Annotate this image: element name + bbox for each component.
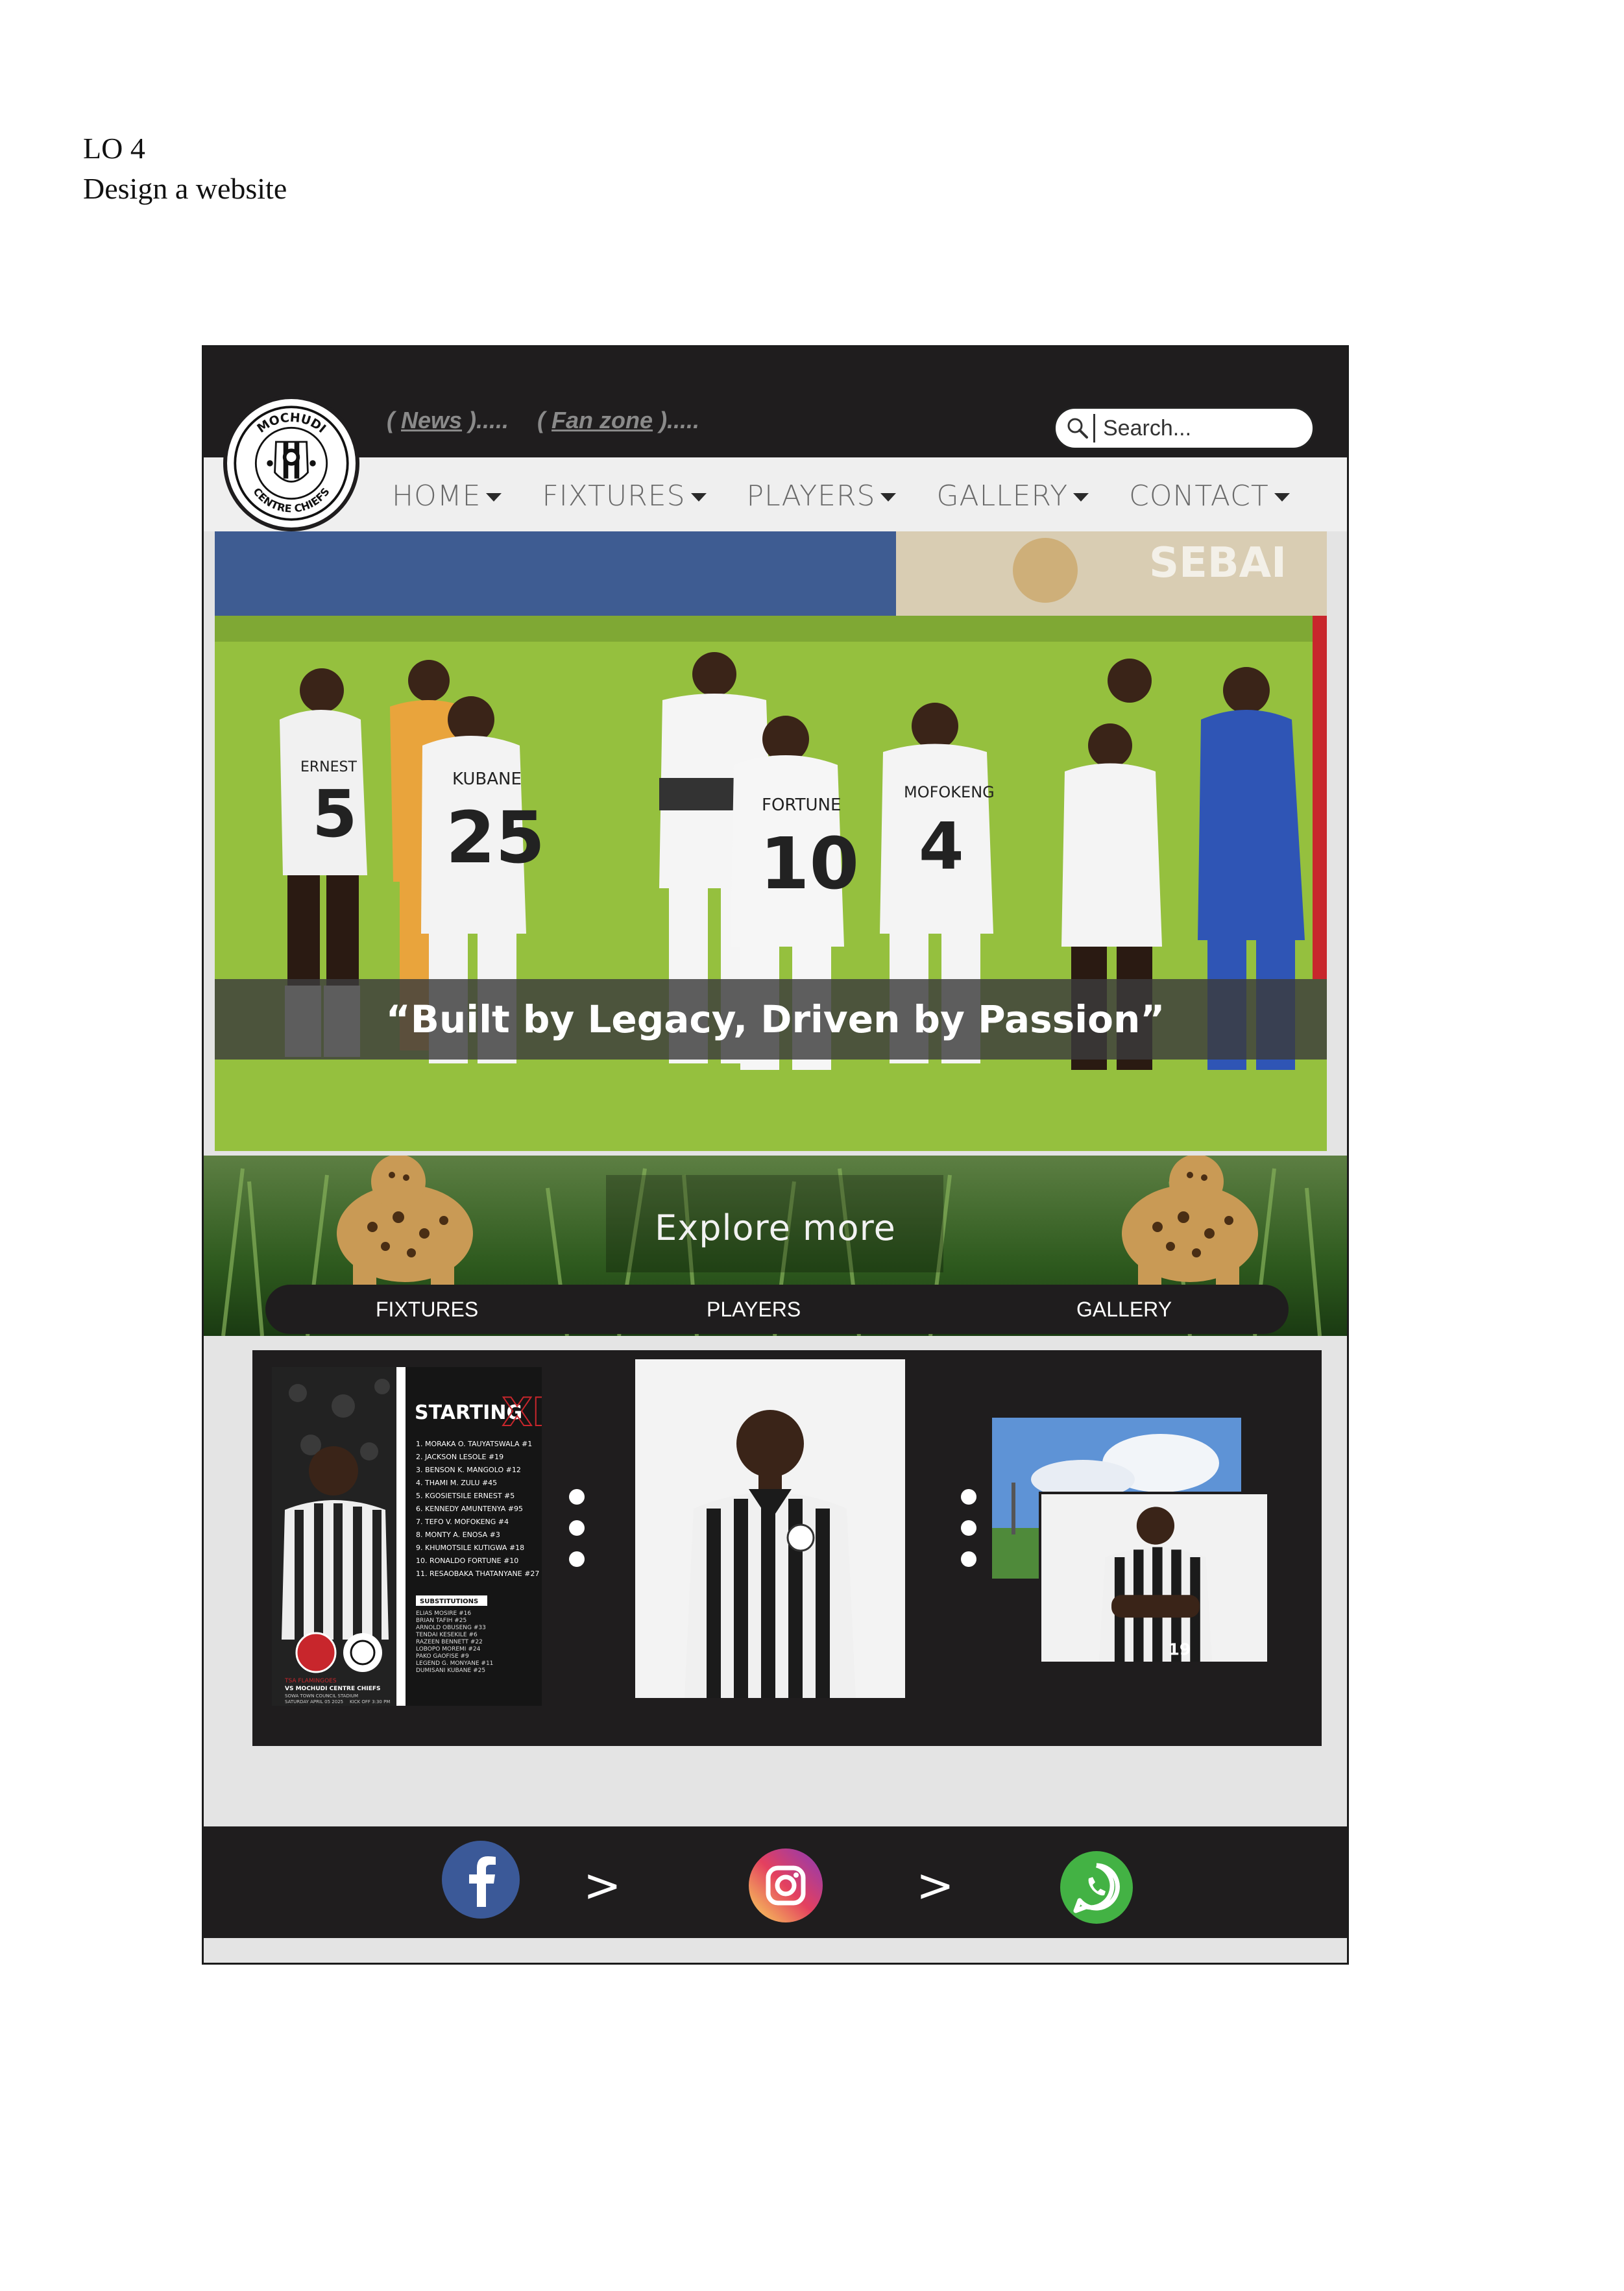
more-dots-2[interactable]	[961, 1489, 976, 1582]
search-caret	[1093, 414, 1095, 442]
player-portrait-photo	[635, 1359, 905, 1698]
explore-more-button[interactable]: Explore more	[204, 1207, 1347, 1248]
nav-home[interactable]: HOME	[392, 479, 502, 513]
tab-fixtures[interactable]: FIXTURES	[376, 1298, 478, 1322]
top-links: ( News )..... ( Fan zone ).....	[387, 407, 699, 434]
section-tabs: FIXTURES PLAYERS GALLERY	[265, 1285, 1289, 1334]
lineup-sub: LEGEND G. MONYANE #11	[416, 1660, 493, 1667]
facebook-icon[interactable]	[441, 1839, 521, 1920]
nav-players[interactable]: PLAYERS	[747, 479, 897, 513]
lineup-sub: BRIAN TAFIH #25	[416, 1618, 467, 1624]
caret-down-icon	[486, 493, 502, 502]
doc-line-2: Design a website	[83, 172, 287, 205]
caret-down-icon	[690, 493, 707, 502]
lineup-sub: TENDAI KESEKILE #6	[415, 1632, 478, 1638]
lineup-sub: PAKO GAOFISE #9	[416, 1653, 469, 1660]
lineup-player: 4. THAMI M. ZULU #45	[416, 1479, 497, 1487]
lineup-poster[interactable]: STARTING XI 1. MORAKA O. TAUYATSWALA #12…	[272, 1367, 542, 1706]
svg-text:VS MOCHUDI CENTRE CHIEFS: VS MOCHUDI CENTRE CHIEFS	[285, 1686, 381, 1692]
lineup-player: 1. MORAKA O. TAUYATSWALA #1	[416, 1440, 532, 1448]
lineup-player: 5. KGOSIETSILE ERNEST #5	[416, 1492, 515, 1500]
lineup-player: 6. KENNEDY AMUNTENYA #95	[416, 1505, 523, 1513]
nav-fixtures[interactable]: FIXTURES	[542, 479, 707, 513]
lineup-player: 8. MONTY A. ENOSA #3	[416, 1531, 500, 1539]
lineup-player: 11. RESAOBAKA THATANYANE #27	[416, 1570, 539, 1578]
tab-players[interactable]: PLAYERS	[707, 1298, 801, 1322]
search-icon	[1067, 418, 1088, 439]
lineup-player: 3. BENSON K. MANGOLO #12	[416, 1466, 521, 1474]
lineup-sub: LOBOPO MOREMI #24	[416, 1646, 481, 1653]
svg-text:SUBSTITUTIONS: SUBSTITUTIONS	[420, 1598, 478, 1605]
player-arms-crossed-photo: 19	[1042, 1494, 1266, 1662]
search-input[interactable]	[1102, 415, 1286, 442]
lineup-sub: ELIAS MOSIRE #16	[416, 1610, 471, 1617]
lineup-sub: ARNOLD OBUSENG #33	[416, 1625, 486, 1631]
tab-gallery[interactable]: GALLERY	[1076, 1298, 1172, 1322]
svg-text:4: 4	[919, 808, 964, 884]
svg-text:25: 25	[446, 796, 545, 879]
search-box[interactable]	[1054, 407, 1315, 450]
hero-image: SEBAI ERNEST 5 KUBANE 25 FORTUNE 10 MOFO…	[215, 531, 1327, 1151]
top-bar: ( News )..... ( Fan zone ).....	[204, 347, 1347, 457]
document-heading: LO 4 Design a website	[83, 128, 287, 209]
accent-bar	[1313, 616, 1327, 979]
svg-text:TSA FLAMINGOES: TSA FLAMINGOES	[284, 1678, 337, 1684]
lineup-poster-art: STARTING XI 1. MORAKA O. TAUYATSWALA #12…	[272, 1367, 542, 1706]
svg-text:XI: XI	[502, 1390, 542, 1435]
svg-text:10: 10	[760, 822, 859, 905]
svg-text:SEBAI: SEBAI	[1149, 539, 1287, 587]
caret-down-icon	[1274, 493, 1290, 502]
doc-line-1: LO 4	[83, 132, 145, 165]
lineup-player: 10. RONALDO FORTUNE #10	[416, 1557, 518, 1565]
svg-text:KUBANE: KUBANE	[452, 770, 522, 789]
caret-down-icon	[880, 493, 897, 502]
chevron-right-icon: >	[583, 1859, 622, 1912]
svg-text:MOFOKENG: MOFOKENG	[904, 783, 995, 801]
svg-text:ERNEST: ERNEST	[300, 759, 358, 775]
instagram-icon[interactable]	[747, 1847, 824, 1924]
more-dots-1[interactable]	[569, 1489, 585, 1582]
gallery-panel: STARTING XI 1. MORAKA O. TAUYATSWALA #12…	[252, 1350, 1322, 1746]
svg-text:5: 5	[312, 776, 358, 852]
news-link[interactable]: ( News ).....	[387, 407, 509, 434]
website-mockup: ( News )..... ( Fan zone )..... MOCHUDI	[202, 345, 1349, 1965]
club-crest-icon: MOCHUDI CENTRE CHIEFS	[234, 406, 349, 521]
chevron-right-icon: >	[916, 1859, 954, 1912]
svg-text:FORTUNE: FORTUNE	[762, 795, 841, 815]
lineup-sub: DUMISANI KUBANE #25	[416, 1667, 485, 1674]
caret-down-icon	[1073, 493, 1089, 502]
svg-text:SATURDAY APRIL 05 2025: SATURDAY APRIL 05 2025	[285, 1699, 343, 1704]
fan-zone-link[interactable]: ( Fan zone ).....	[537, 407, 699, 434]
lineup-player: 9. KHUMOTSILE KUTIGWA #18	[416, 1544, 524, 1552]
lineup-player: 2. JACKSON LESOLE #19	[416, 1453, 503, 1461]
lineup-player: 7. TEFO V. MOFOKENG #4	[416, 1518, 509, 1526]
club-logo[interactable]: MOCHUDI CENTRE CHIEFS	[223, 395, 359, 531]
whatsapp-icon[interactable]	[1059, 1850, 1134, 1925]
player-portrait[interactable]	[635, 1359, 905, 1698]
svg-text:KICK OFF 3:30 PM: KICK OFF 3:30 PM	[350, 1699, 390, 1704]
main-nav: HOME FIXTURES PLAYERS GALLERY CONTACT	[204, 457, 1347, 531]
lineup-sub: RAZEEN BENNETT #22	[416, 1639, 483, 1645]
nav-contact[interactable]: CONTACT	[1129, 479, 1290, 513]
player-photo[interactable]: 19	[1039, 1492, 1270, 1664]
nav-gallery[interactable]: GALLERY	[936, 479, 1089, 513]
hero-tagline: “Built by Legacy, Driven by Passion”	[215, 979, 1327, 1060]
social-footer: > >	[204, 1826, 1347, 1938]
svg-text:SOWA TOWN COUNCIL STADIUM: SOWA TOWN COUNCIL STADIUM	[285, 1693, 358, 1699]
svg-text:19: 19	[1168, 1640, 1191, 1658]
